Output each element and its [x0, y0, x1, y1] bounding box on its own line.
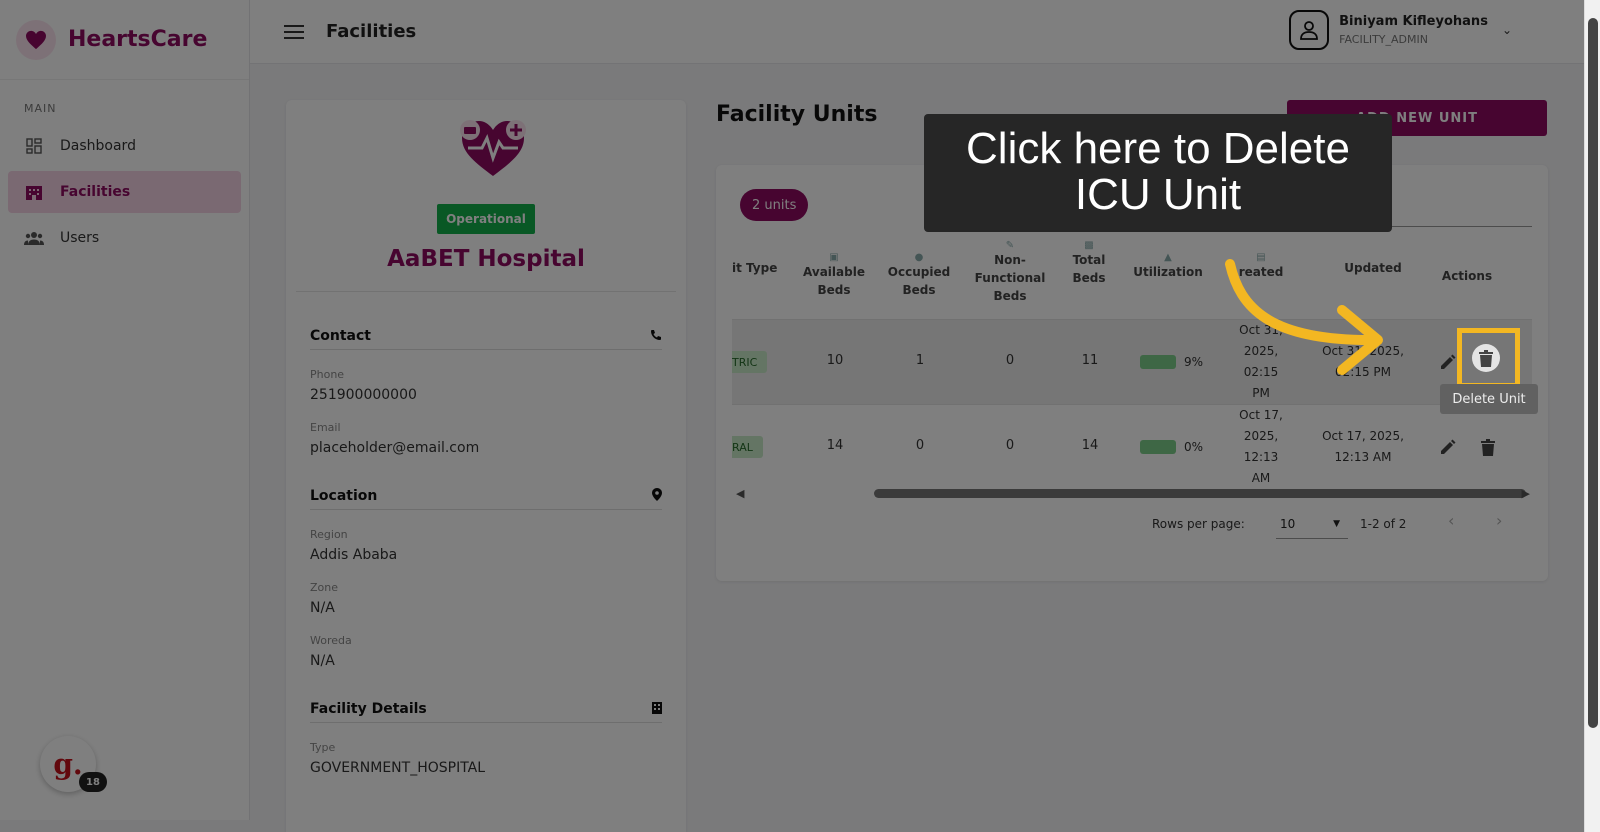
delete-unit-button[interactable]: [1472, 344, 1500, 372]
vertical-scroll-thumb[interactable]: [1588, 18, 1598, 728]
curved-arrow-icon: [1225, 259, 1383, 375]
walkthrough-instruction: Click here to Delete ICU Unit: [924, 114, 1392, 232]
vertical-scrollbar[interactable]: [1584, 0, 1600, 832]
delete-unit-tooltip: Delete Unit: [1440, 384, 1538, 414]
